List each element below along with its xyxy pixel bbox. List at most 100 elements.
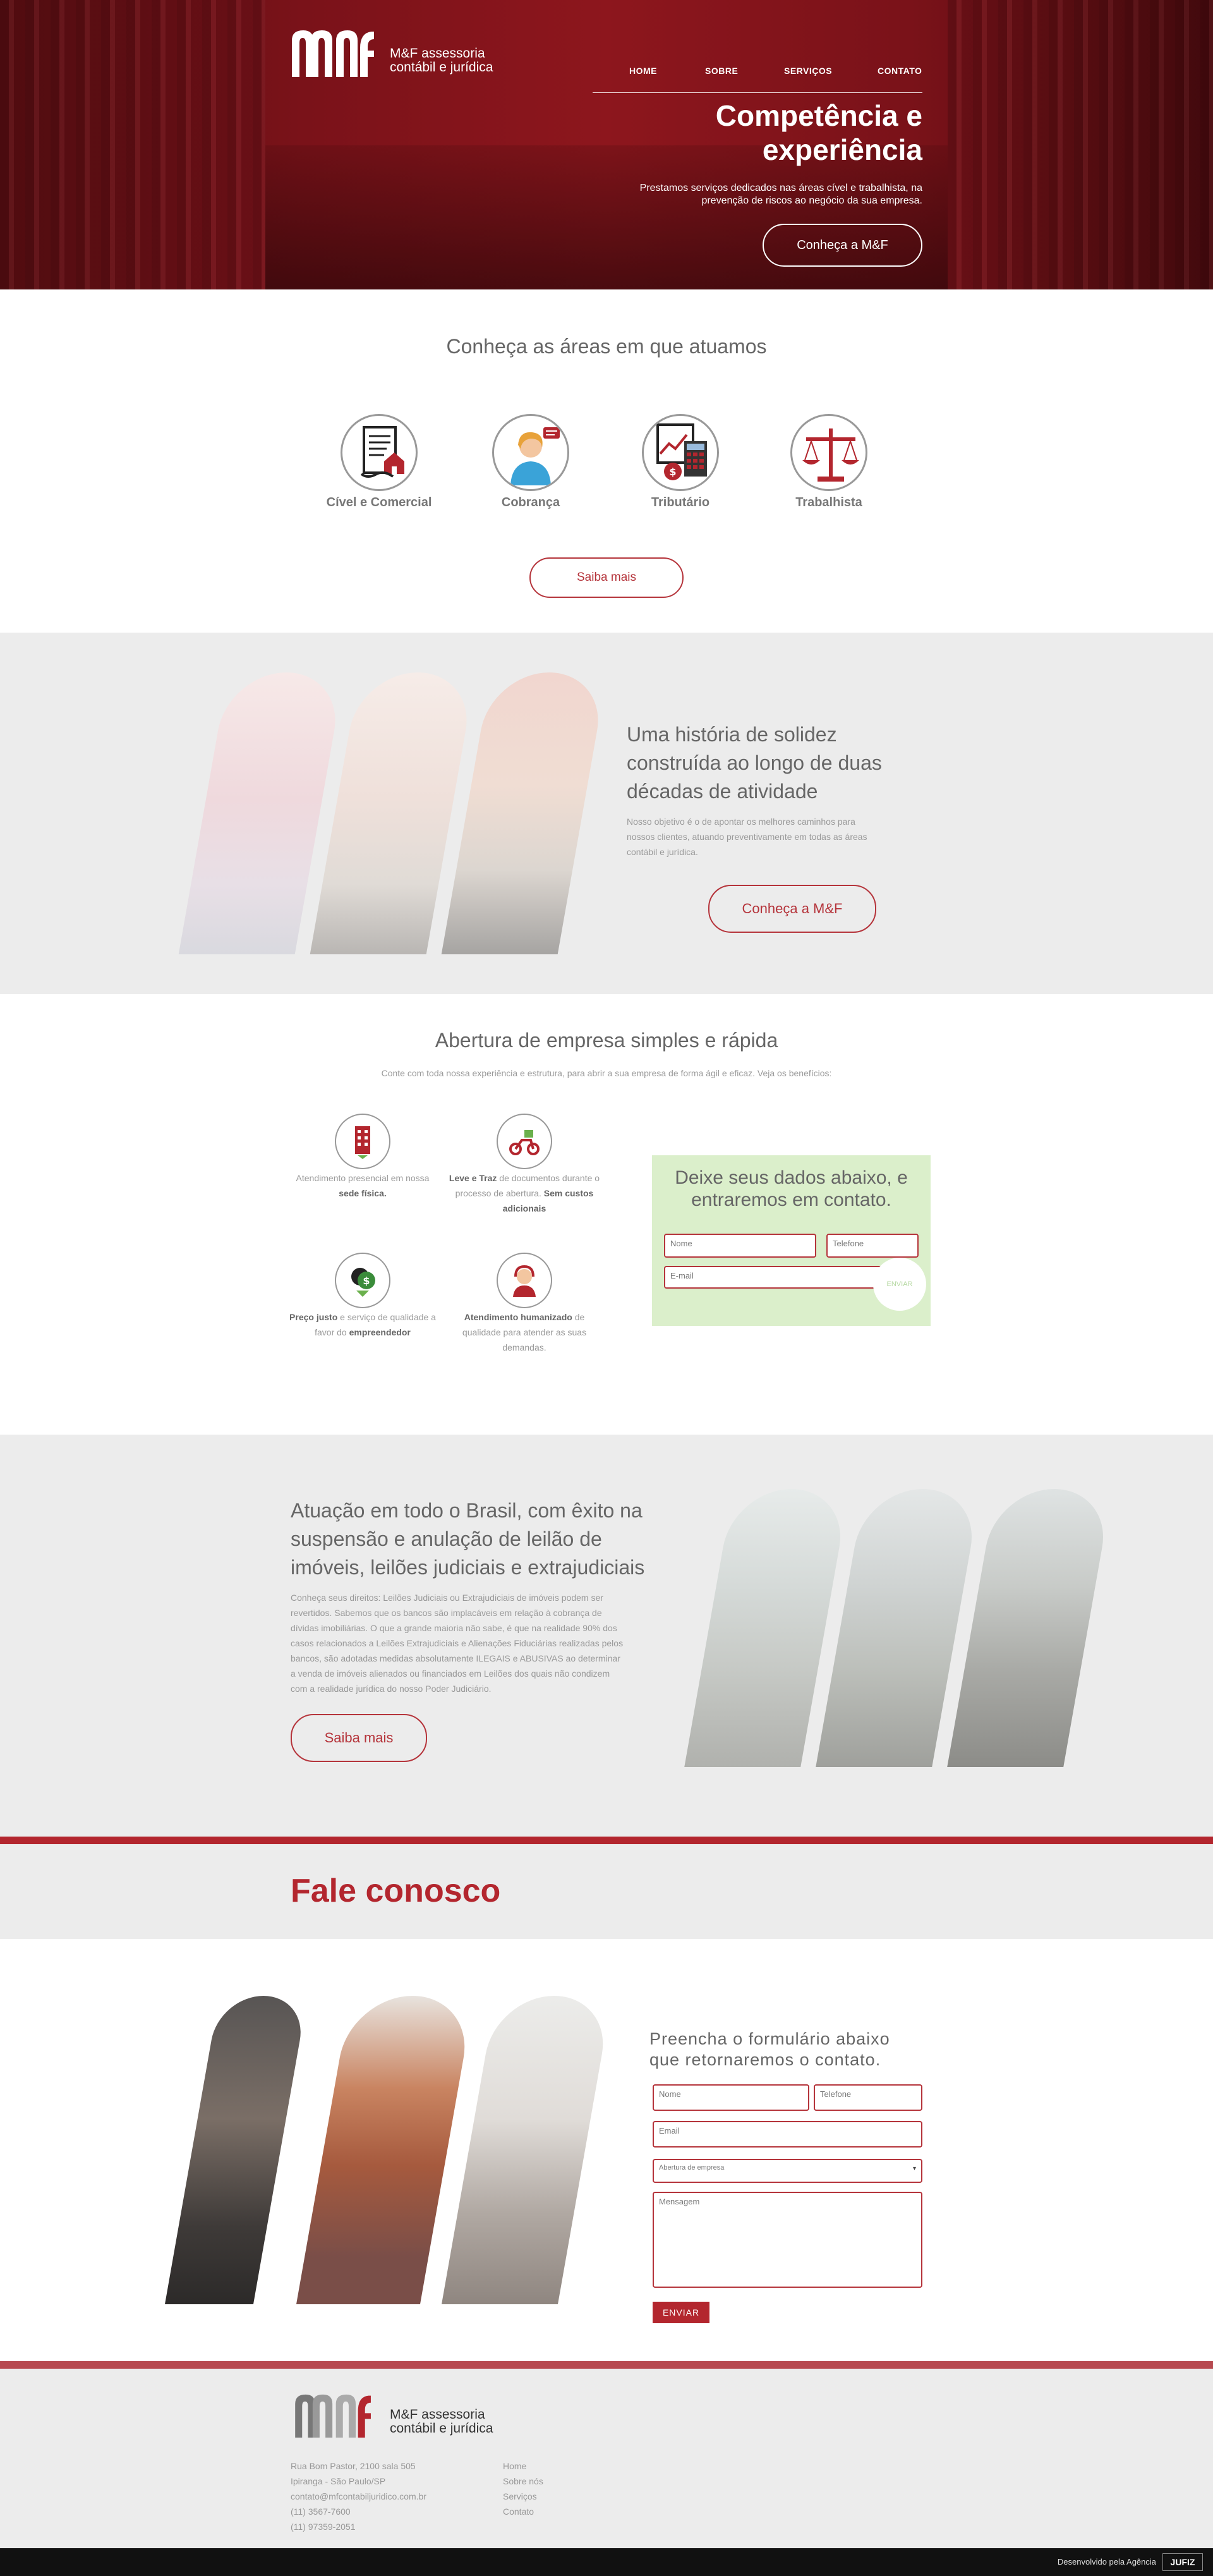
money-price-icon: $ — [335, 1253, 390, 1308]
quick-form-title-line1: Deixe seus dados abaixo, e — [675, 1167, 908, 1188]
historia-text-line2: nossos clientes, atuando preventivamente… — [627, 832, 867, 842]
nav-sobre[interactable]: SOBRE — [705, 66, 738, 76]
historia-text-line1: Nosso objetivo é o de apontar os melhore… — [627, 817, 855, 827]
hero-subtitle: Prestamos serviços dedicados nas áreas c… — [569, 182, 922, 207]
atuacao-text-line5: bancos, são adotadas medidas absolutamen… — [291, 1653, 620, 1663]
logo-mf-icon — [292, 30, 374, 77]
atuacao-text-line2: revertidos. Sabemos que os bancos são im… — [291, 1608, 602, 1618]
nav-contato[interactable]: CONTATO — [878, 66, 922, 76]
historia-cta-button[interactable]: Conheça a M&F — [708, 885, 876, 933]
historia-title: Uma história de solidez construída ao lo… — [627, 720, 930, 806]
footer-brand-line2: contábil e jurídica — [390, 2421, 493, 2436]
fale-image-arch-1 — [164, 1996, 308, 2304]
quick-form-title-line2: entraremos em contato. — [691, 1189, 891, 1210]
footer-email[interactable]: contato@mfcontabiljuridico.com.br — [291, 2489, 493, 2504]
atuacao-text-line4: casos relacionados a Leilões Extrajudici… — [291, 1638, 624, 1648]
quick-form-name-input[interactable]: Nome — [664, 1234, 816, 1258]
nav-servicos[interactable]: SERVIÇOS — [784, 66, 832, 76]
feature-leve-bold: Leve e Traz — [449, 1173, 497, 1183]
feature-preco-bold2: empreendedor — [349, 1327, 411, 1337]
footer-address-line1: Rua Bom Pastor, 2100 sala 505 — [291, 2461, 416, 2471]
fale-title-band — [0, 1844, 1213, 1939]
atuacao-text-line1: Conheça seus direitos: Leilões Judiciais… — [291, 1593, 603, 1603]
area-label-trabalhista: Trabalhista — [795, 495, 862, 509]
historia-title-line3: décadas de atividade — [627, 780, 818, 803]
atuacao-saiba-mais-button[interactable]: Saiba mais — [291, 1714, 427, 1762]
area-label-civel: Cível e Comercial — [326, 495, 432, 509]
hero-cta-button[interactable]: Conheça a M&F — [763, 224, 922, 267]
footer-brand-name: M&F assessoria contábil e jurídica — [390, 2407, 493, 2436]
agency-logo[interactable]: JUFIZ — [1162, 2553, 1203, 2571]
hero-subtitle-line1: Prestamos serviços dedicados nas áreas c… — [639, 183, 922, 193]
fale-title: Fale conosco — [291, 1873, 501, 1909]
quick-form-email-input[interactable]: E-mail — [664, 1266, 891, 1289]
atuacao-title: Atuação em todo o Brasil, com êxito na s… — [291, 1497, 670, 1582]
historia-title-line2: construída ao longo de duas — [627, 751, 882, 774]
brand-name-line2: contábil e jurídica — [390, 60, 493, 75]
nav-home[interactable]: HOME — [629, 66, 657, 76]
footer-phone-1[interactable]: (11) 3567-7600 — [291, 2504, 493, 2519]
quick-form-phone-input[interactable]: Telefone — [826, 1234, 919, 1258]
footer-link-servicos[interactable]: Serviços — [503, 2489, 629, 2504]
footer-logo[interactable] — [292, 2393, 375, 2438]
contract-house-svg — [360, 426, 404, 478]
hero-title: Competência e experiência — [543, 99, 922, 167]
footer-brand-line1: M&F assessoria — [390, 2407, 485, 2422]
hero-divider — [593, 92, 922, 93]
fale-form-title-line2: que retornaremos o contato. — [649, 2050, 881, 2069]
atuacao-title-line3: imóveis, leilões judiciais e extrajudici… — [291, 1556, 645, 1579]
area-label-tributario: Tributário — [651, 495, 710, 509]
motorcycle-svg — [509, 1130, 540, 1155]
logo[interactable] — [292, 29, 375, 77]
building-svg — [355, 1126, 370, 1159]
fale-form-title: Preencha o formulário abaixo que retorna… — [649, 2029, 940, 2070]
contract-house-icon[interactable] — [341, 414, 418, 491]
support-agent-icon — [497, 1253, 552, 1308]
calculator-document-icon[interactable]: $ — [642, 414, 719, 491]
scales-icon[interactable] — [790, 414, 867, 491]
building-icon — [335, 1114, 390, 1169]
calculator-document-svg: $ — [656, 423, 707, 480]
fale-message-textarea[interactable]: Mensagem — [653, 2192, 922, 2288]
atuacao-title-line1: Atuação em todo o Brasil, com êxito na — [291, 1499, 643, 1522]
abertura-subtitle: Conte com toda nossa experiência e estru… — [381, 1068, 832, 1078]
svg-text:$: $ — [669, 466, 676, 478]
fale-top-bar — [0, 1837, 1213, 1844]
collector-person-icon[interactable] — [492, 414, 569, 491]
footer-link-contato[interactable]: Contato — [503, 2504, 629, 2519]
fale-email-input[interactable]: Email — [653, 2121, 922, 2148]
chevron-down-icon: ▾ — [912, 2165, 916, 2172]
fale-name-input[interactable]: Nome — [653, 2084, 809, 2111]
fale-form-title-line1: Preencha o formulário abaixo — [649, 2029, 890, 2048]
feature-sede-bold: sede física. — [339, 1188, 387, 1198]
footer-address: Rua Bom Pastor, 2100 sala 505 Ipiranga -… — [291, 2458, 493, 2534]
quick-form-send-button[interactable]: ENVIAR — [873, 1258, 926, 1311]
footer-phone-2[interactable]: (11) 97359-2051 — [291, 2519, 493, 2534]
collector-person-svg — [510, 427, 560, 485]
credit-text: Desenvolvido pela Agência — [1057, 2557, 1156, 2567]
feature-humanizado-bold: Atendimento humanizado — [464, 1312, 572, 1322]
areas-title: Conheça as áreas em que atuamos — [446, 335, 767, 358]
historia-title-line1: Uma história de solidez — [627, 723, 837, 746]
feature-preco-bold: Preço justo — [289, 1312, 338, 1322]
bookshelf-left — [0, 0, 265, 289]
feature-preco: Preço justo e serviço de qualidade a fav… — [287, 1309, 438, 1340]
money-svg: $ — [351, 1268, 375, 1297]
atuacao-text-line6: a venda de imóveis alienados ou financia… — [291, 1668, 610, 1679]
brand-name-line1: M&F assessoria — [390, 46, 485, 61]
atuacao-text-line7: com a realidade jurídica do nosso Poder … — [291, 1684, 492, 1694]
footer-link-sobre[interactable]: Sobre nós — [503, 2474, 629, 2489]
footer-logo-mf-icon — [295, 2394, 371, 2438]
hero-title-line1: Competência e — [715, 99, 922, 132]
fale-phone-input[interactable]: Telefone — [814, 2084, 922, 2111]
fale-send-button[interactable]: ENVIAR — [653, 2302, 709, 2323]
feature-sede-pre: Atendimento presencial em nossa — [296, 1173, 430, 1183]
fale-image-arch-3 — [441, 1996, 613, 2304]
feature-humanizado: Atendimento humanizado de qualidade para… — [449, 1309, 600, 1355]
scales-svg — [802, 428, 859, 482]
quick-form-title: Deixe seus dados abaixo, e entraremos em… — [652, 1167, 931, 1211]
library-floor — [265, 145, 948, 289]
areas-saiba-mais-button[interactable]: Saiba mais — [529, 557, 684, 598]
fale-subject-select[interactable]: Abertura de empresa ▾ — [653, 2159, 922, 2183]
footer-link-home[interactable]: Home — [503, 2458, 629, 2474]
